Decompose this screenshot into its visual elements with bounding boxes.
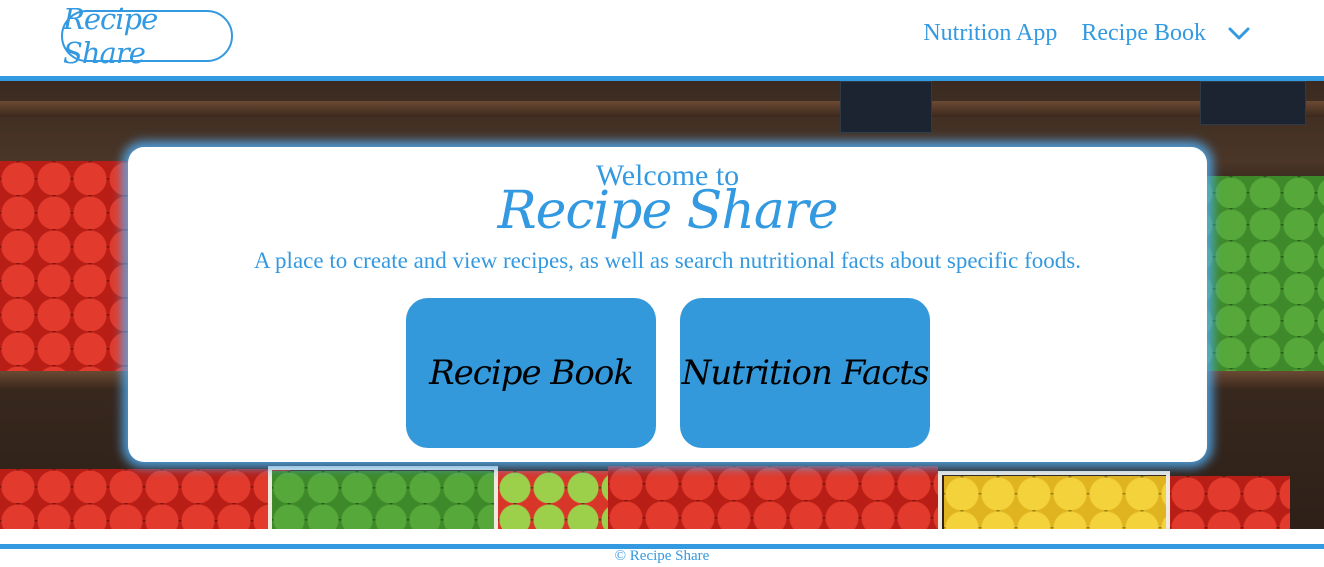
main-nav: Nutrition App Recipe Book — [923, 20, 1252, 47]
shelf — [0, 101, 1324, 117]
produce-tomatoes-yellow — [944, 476, 1166, 529]
site-logo[interactable]: Recipe Share — [61, 2, 233, 70]
produce-tomatoes-red — [608, 466, 938, 529]
recipe-book-button[interactable]: Recipe Book — [406, 298, 656, 448]
produce-mixed — [498, 471, 608, 529]
produce-tomatoes-red — [1170, 476, 1290, 529]
chevron-down-icon-svg — [1228, 27, 1250, 39]
nav-link-nutrition-app[interactable]: Nutrition App — [923, 20, 1057, 47]
price-sign — [840, 81, 932, 133]
price-sign — [1200, 81, 1306, 125]
brand-title: Recipe Share — [497, 181, 838, 241]
welcome-card: Welcome to Recipe Share A place to creat… — [128, 147, 1207, 462]
site-header: Recipe Share Nutrition App Recipe Book — [0, 0, 1324, 76]
chevron-down-icon[interactable] — [1228, 22, 1252, 46]
produce-tomatoes-red — [0, 469, 290, 529]
produce-tomatoes-green — [272, 471, 494, 529]
nutrition-facts-button[interactable]: Nutrition Facts — [680, 298, 930, 448]
nav-link-recipe-book[interactable]: Recipe Book — [1081, 20, 1206, 47]
footer-copyright: © Recipe Share — [614, 548, 710, 564]
site-tagline: A place to create and view recipes, as w… — [253, 248, 1082, 273]
